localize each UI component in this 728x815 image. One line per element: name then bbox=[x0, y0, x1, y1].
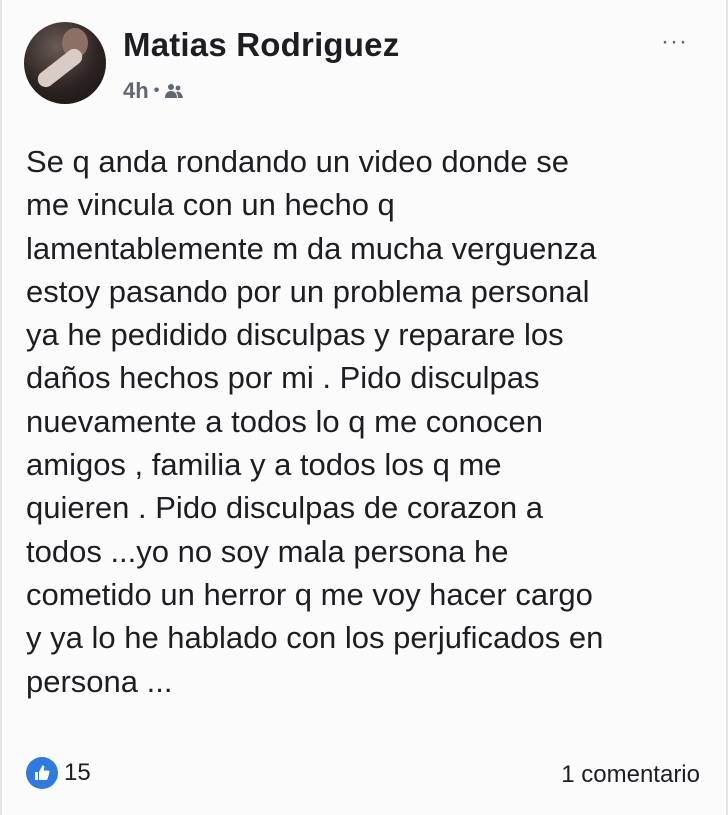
post-text: Se q anda rondando un video donde se me … bbox=[26, 144, 604, 699]
meta-separator: • bbox=[153, 82, 160, 99]
author-name[interactable]: Matias Rodriguez bbox=[123, 26, 399, 64]
facebook-post: Matias Rodriguez 4h • ··· Se q anda rond… bbox=[0, 0, 728, 815]
more-options-button[interactable]: ··· bbox=[661, 30, 688, 54]
like-icon bbox=[26, 757, 58, 789]
comments-count-link[interactable]: 1 comentario bbox=[561, 761, 700, 789]
avatar-arm-shape bbox=[34, 45, 86, 91]
post-meta: 4h • bbox=[123, 78, 184, 104]
reactions-summary[interactable]: 15 bbox=[26, 757, 91, 789]
reaction-count: 15 bbox=[64, 759, 91, 786]
friends-icon bbox=[164, 83, 184, 99]
post-time[interactable]: 4h bbox=[123, 78, 149, 104]
avatar[interactable] bbox=[24, 22, 106, 104]
